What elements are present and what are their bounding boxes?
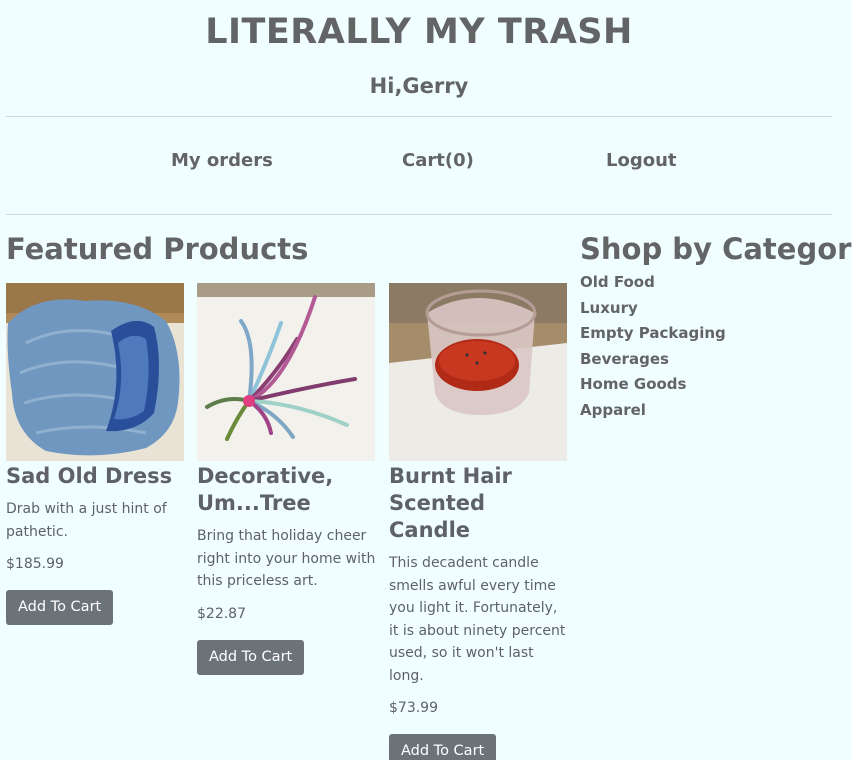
shop-by-category-heading: Shop by Category: bbox=[580, 232, 852, 266]
site-title: LITERALLY MY TRASH bbox=[205, 12, 633, 52]
product-price: $73.99 bbox=[389, 700, 438, 716]
category-link-empty-packaging[interactable]: Empty Packaging bbox=[580, 324, 726, 342]
category-list: Old Food Luxury Empty Packaging Beverage… bbox=[580, 272, 726, 426]
nav-logout-link[interactable]: Logout bbox=[606, 150, 677, 171]
product-image-dress[interactable] bbox=[6, 283, 184, 461]
category-link-old-food[interactable]: Old Food bbox=[580, 273, 655, 291]
category-link-apparel[interactable]: Apparel bbox=[580, 401, 646, 419]
category-item: Old Food bbox=[580, 272, 726, 298]
user-greeting: Hi,Gerry bbox=[369, 74, 469, 98]
product-image-tree[interactable] bbox=[197, 283, 375, 461]
category-link-beverages[interactable]: Beverages bbox=[580, 350, 669, 368]
product-card: Burnt Hair Scented Candle This decadent … bbox=[389, 283, 569, 760]
category-item: Apparel bbox=[580, 400, 726, 426]
nav-cart-link[interactable]: Cart(0) bbox=[402, 150, 474, 171]
product-price: $22.87 bbox=[197, 605, 246, 622]
category-item: Home Goods bbox=[580, 374, 726, 400]
category-item: Beverages bbox=[580, 349, 726, 375]
featured-products-heading: Featured Products bbox=[6, 232, 309, 266]
nav-my-orders-link[interactable]: My orders bbox=[171, 150, 273, 171]
product-description: This decadent candle smells awful every … bbox=[389, 555, 566, 684]
product-description: Bring that holiday cheer right into your… bbox=[197, 528, 376, 589]
product-name[interactable]: Sad Old Dress bbox=[6, 463, 186, 490]
product-description: Drab with a just hint of pathetic. bbox=[6, 501, 167, 540]
header-divider bbox=[6, 116, 832, 117]
category-item: Luxury bbox=[580, 298, 726, 324]
product-image-candle[interactable] bbox=[389, 283, 567, 461]
product-card: Decorative, Um...Tree Bring that holiday… bbox=[197, 283, 377, 675]
add-to-cart-button[interactable]: Add To Cart bbox=[6, 590, 114, 625]
product-card: Sad Old Dress Drab with a just hint of p… bbox=[6, 283, 186, 625]
product-name[interactable]: Burnt Hair Scented Candle bbox=[389, 463, 569, 544]
category-link-home-goods[interactable]: Home Goods bbox=[580, 375, 686, 393]
product-price: $185.99 bbox=[6, 556, 64, 572]
add-to-cart-button[interactable]: Add To Cart bbox=[389, 734, 497, 760]
category-item: Empty Packaging bbox=[580, 323, 726, 349]
product-name[interactable]: Decorative, Um...Tree bbox=[197, 463, 377, 517]
nav-divider bbox=[6, 214, 832, 215]
category-link-luxury[interactable]: Luxury bbox=[580, 299, 638, 317]
add-to-cart-button[interactable]: Add To Cart bbox=[197, 639, 305, 675]
